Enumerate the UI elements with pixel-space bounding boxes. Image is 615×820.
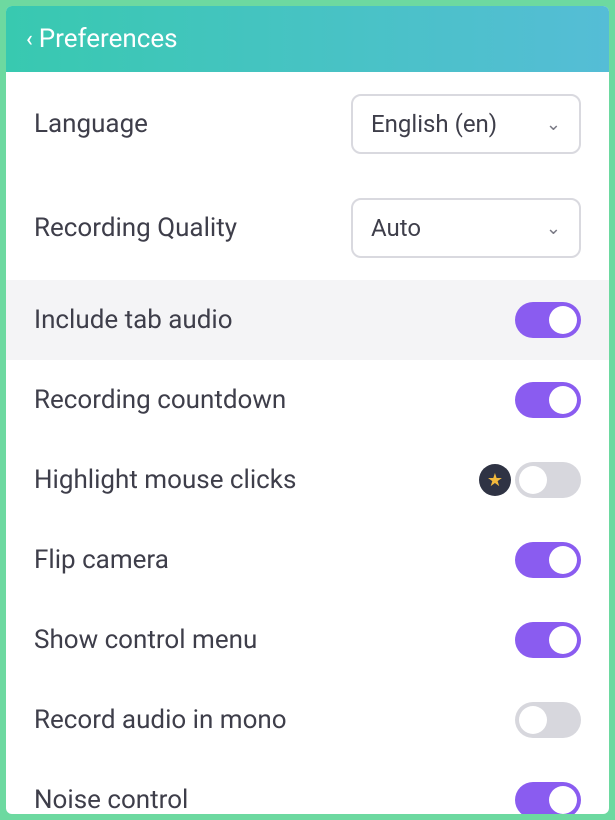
- toggle-highlight-mouse-clicks[interactable]: [515, 462, 581, 498]
- recording-quality-select[interactable]: Auto ⌄: [351, 198, 581, 258]
- row-flip-camera: Flip camera: [6, 520, 609, 600]
- row-highlight-mouse-clicks: Highlight mouse clicks ★: [6, 440, 609, 520]
- chevron-down-icon: ⌄: [546, 218, 561, 239]
- preferences-panel: ‹ Preferences Language English (en) ⌄ Re…: [6, 6, 609, 814]
- header-title: Preferences: [39, 24, 178, 54]
- toggle-knob: [549, 546, 577, 574]
- label-language: Language: [34, 109, 339, 139]
- label-noise-control: Noise control: [34, 785, 503, 814]
- toggle-flip-camera[interactable]: [515, 542, 581, 578]
- toggle-include-tab-audio[interactable]: [515, 302, 581, 338]
- chevron-down-icon: ⌄: [546, 114, 561, 135]
- label-recording-quality: Recording Quality: [34, 213, 339, 243]
- toggle-knob: [549, 386, 577, 414]
- row-recording-countdown: Recording countdown: [6, 360, 609, 440]
- row-language: Language English (en) ⌄: [6, 72, 609, 176]
- label-show-control-menu: Show control menu: [34, 625, 503, 655]
- row-recording-quality: Recording Quality Auto ⌄: [6, 176, 609, 280]
- label-flip-camera: Flip camera: [34, 545, 503, 575]
- recording-quality-value: Auto: [371, 214, 421, 242]
- language-select[interactable]: English (en) ⌄: [351, 94, 581, 154]
- label-record-audio-mono: Record audio in mono: [34, 705, 503, 735]
- label-include-tab-audio: Include tab audio: [34, 305, 503, 335]
- row-noise-control: Noise control: [6, 760, 609, 814]
- language-value: English (en): [371, 110, 497, 138]
- toggle-knob: [519, 466, 547, 494]
- row-include-tab-audio: Include tab audio: [6, 280, 609, 360]
- toggle-knob: [519, 706, 547, 734]
- row-record-audio-mono: Record audio in mono: [6, 680, 609, 760]
- label-recording-countdown: Recording countdown: [34, 385, 503, 415]
- premium-star-icon: ★: [479, 464, 511, 496]
- toggle-noise-control[interactable]: [515, 782, 581, 814]
- toggle-recording-countdown[interactable]: [515, 382, 581, 418]
- label-highlight-mouse-clicks: Highlight mouse clicks: [34, 465, 467, 495]
- toggle-knob: [549, 306, 577, 334]
- premium-toggle-group: ★: [479, 462, 581, 498]
- settings-list: Language English (en) ⌄ Recording Qualit…: [6, 72, 609, 814]
- panel-header[interactable]: ‹ Preferences: [6, 6, 609, 72]
- back-icon: ‹: [26, 27, 33, 52]
- toggle-knob: [549, 786, 577, 814]
- row-show-control-menu: Show control menu: [6, 600, 609, 680]
- toggle-knob: [549, 626, 577, 654]
- toggle-record-audio-mono[interactable]: [515, 702, 581, 738]
- toggle-show-control-menu[interactable]: [515, 622, 581, 658]
